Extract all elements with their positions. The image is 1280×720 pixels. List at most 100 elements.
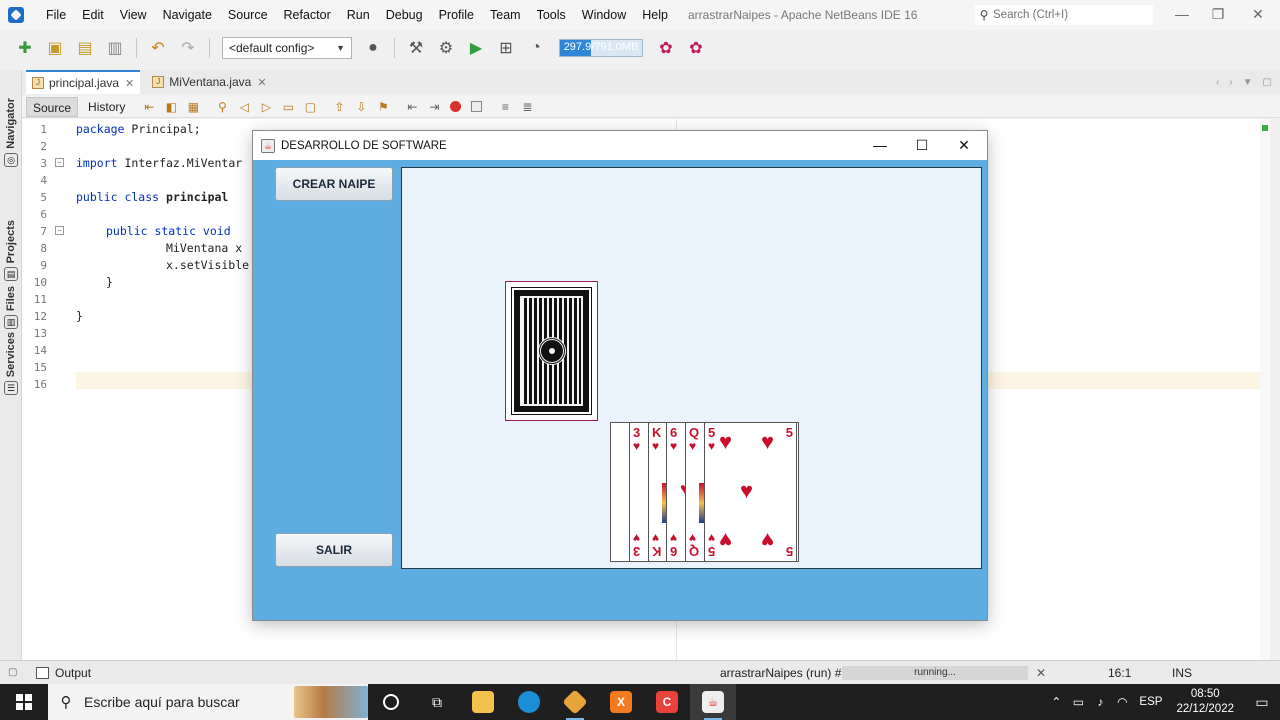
edge-icon[interactable] [506,684,552,720]
code-line-9: x.setVisible [166,258,250,272]
error-stripe[interactable] [1260,119,1270,660]
gc-icon[interactable]: ✿ [655,37,677,59]
side-tab-projects[interactable]: Projects ▤ [2,220,20,282]
run-icon[interactable]: ▶ [465,37,487,59]
profile-icon[interactable]: ◔ [525,37,547,59]
minimize-icon[interactable]: — [1164,0,1200,30]
taskbar-search[interactable]: ⚲ Escribe aquí para buscar [48,684,368,720]
new-file-icon[interactable]: ✚ [14,37,36,59]
app-title-bar[interactable]: ☕ DESARROLLO DE SOFTWARE — ☐ ✕ [253,131,987,160]
ide-search-input[interactable] [993,9,1143,21]
side-tab-files[interactable]: Files ▥ [2,286,20,330]
back-icon[interactable]: ◧ [163,99,179,115]
chevron-up-icon[interactable]: ⌃ [1045,695,1067,709]
toggle-bookmark-icon[interactable]: ⚑ [375,99,391,115]
stop-macro-icon[interactable] [471,101,483,112]
salir-button[interactable]: SALIR [275,533,393,567]
find-icon[interactable]: ⚲ [214,99,230,115]
close-icon[interactable]: ✕ [257,76,266,89]
save-all-icon[interactable]: ▥ [104,37,126,59]
close-icon[interactable]: ✕ [125,77,134,90]
forward-icon[interactable]: ▦ [185,99,201,115]
task-view-icon[interactable]: ⧉ [414,684,460,720]
java-app-taskbar-icon[interactable]: ☕ [690,684,736,720]
stop-task-icon[interactable]: ✕ [1036,666,1046,680]
card-table-panel[interactable]: 3 ♥ 3 ♥ K ♥ K ♥ 6 ♥ ♥ 6 ♥ Q ♥ Q ♥ 5 ♥ [401,167,982,569]
side-tab-services[interactable]: Services ☰ [2,332,20,396]
toggle-highlight-icon[interactable]: ▢ [302,99,318,115]
maximize-icon[interactable]: ☐ [901,131,943,160]
shift-left-icon[interactable]: ⇤ [404,99,420,115]
start-button[interactable] [0,684,48,720]
prev-bookmark-icon[interactable]: ⇧ [331,99,347,115]
menu-source[interactable]: Source [220,0,276,30]
shift-right-icon[interactable]: ⇥ [426,99,442,115]
close-icon[interactable]: ✕ [943,131,985,160]
menu-window[interactable]: Window [574,0,634,30]
clean-build-icon[interactable]: ⚙ [435,37,457,59]
menu-refactor[interactable]: Refactor [276,0,339,30]
language-indicator[interactable]: ESP [1139,696,1162,708]
build-hammer-icon[interactable]: ⚒ [405,37,427,59]
debug-icon[interactable]: ⊞ [495,37,517,59]
new-project-icon[interactable]: ▣ [44,37,66,59]
tab-miventana-java[interactable]: J MiVentana.java ✕ [146,70,272,94]
codeigniter-icon[interactable]: C [644,684,690,720]
uncomment-icon[interactable]: ≣ [519,99,535,115]
next-bookmark-icon[interactable]: ⇩ [353,99,369,115]
fold-toggle-icon[interactable]: − [55,226,64,235]
open-project-icon[interactable]: ▤ [74,37,96,59]
wifi-icon[interactable]: ◠ [1111,695,1133,709]
globe-icon[interactable]: ● [362,37,384,59]
menu-file[interactable]: File [38,0,74,30]
cortana-icon[interactable] [368,684,414,720]
card-5-hearts[interactable]: 5 ♥ ♥ ♥ ♥ ♥ ♥ 5 5 5 ♥ [704,422,797,562]
crear-naipe-button[interactable]: CREAR NAIPE [275,167,393,201]
close-icon[interactable]: ✕ [1240,0,1276,30]
fold-toggle-icon[interactable]: − [55,158,64,167]
restore-panel-icon[interactable]: ▢ [8,667,17,678]
side-tab-navigator[interactable]: Navigator ◎ [2,98,20,167]
menu-run[interactable]: Run [339,0,378,30]
clock[interactable]: 08:50 22/12/2022 [1176,687,1234,717]
maximize-icon[interactable]: ▢ [1263,77,1272,88]
menu-tools[interactable]: Tools [529,0,574,30]
menu-debug[interactable]: Debug [378,0,431,30]
netbeans-taskbar-icon[interactable] [552,684,598,720]
history-mode-button[interactable]: History [82,97,131,117]
card-back[interactable] [505,281,598,421]
output-icon [36,666,49,679]
restore-icon[interactable]: ❐ [1200,0,1236,30]
comment-icon[interactable]: ≡ [497,99,513,115]
find-previous-icon[interactable]: ◁ [236,99,252,115]
ide-search[interactable]: ⚲ [975,5,1153,25]
output-tab[interactable]: Output [36,666,91,680]
menu-navigate[interactable]: Navigate [155,0,220,30]
source-mode-button[interactable]: Source [26,96,79,117]
find-next-icon[interactable]: ▷ [258,99,274,115]
config-select[interactable]: <default config> ▼ [222,37,352,59]
battery-icon[interactable]: ▭ [1067,695,1089,709]
last-edit-icon[interactable]: ⇤ [141,99,157,115]
java-file-icon: J [32,77,44,89]
snapshot-icon[interactable]: ✿ [685,37,707,59]
redo-icon[interactable]: ↷ [177,37,199,59]
start-macro-icon[interactable] [450,101,462,112]
memory-usage-bar[interactable]: 297.9/791.0MB [559,39,643,57]
tab-principal-java[interactable]: J principal.java ✕ [26,70,141,94]
minimize-icon[interactable]: — [859,131,901,160]
undo-icon[interactable]: ↶ [147,37,169,59]
menu-help[interactable]: Help [634,0,676,30]
chevron-left-icon[interactable]: ‹ [1216,77,1219,88]
menu-profile[interactable]: Profile [431,0,482,30]
menu-edit[interactable]: Edit [74,0,112,30]
file-explorer-icon[interactable] [460,684,506,720]
find-selection-icon[interactable]: ▭ [280,99,296,115]
xampp-icon[interactable]: X [598,684,644,720]
notification-icon[interactable]: ▭ [1244,694,1280,711]
menu-view[interactable]: View [112,0,155,30]
chevron-down-icon[interactable]: ▼ [1243,77,1253,88]
menu-team[interactable]: Team [482,0,529,30]
volume-icon[interactable]: ♪ [1089,695,1111,709]
chevron-right-icon[interactable]: › [1229,77,1232,88]
